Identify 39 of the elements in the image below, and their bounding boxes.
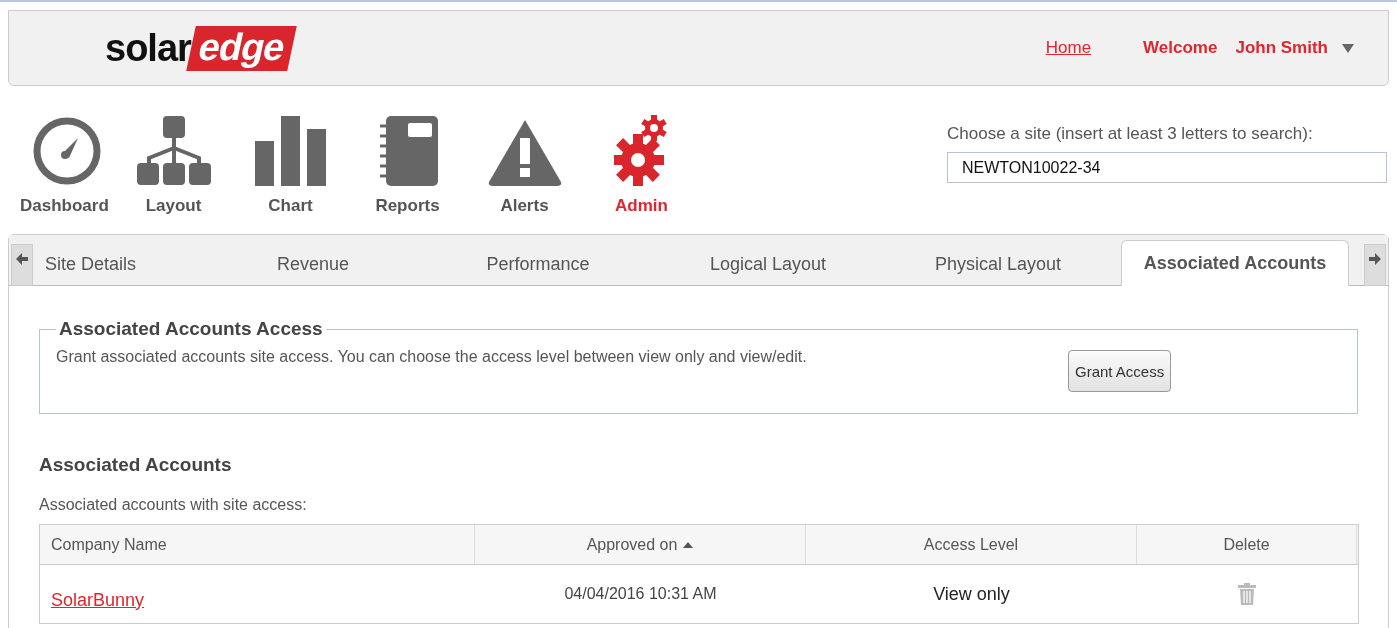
tab[interactable]: Physical Layout	[883, 254, 1113, 285]
right-arrow-icon	[1369, 253, 1381, 265]
left-arrow-icon	[16, 253, 28, 265]
column-header[interactable]: Delete	[1137, 525, 1357, 564]
nav-item[interactable]: Alerts	[466, 98, 583, 216]
gauge-icon	[32, 116, 102, 186]
scroll-left-button[interactable]	[11, 244, 33, 286]
tab[interactable]: Site Details	[33, 254, 203, 285]
tab[interactable]: Performance	[423, 254, 653, 285]
hierarchy-icon	[136, 116, 211, 186]
column-header[interactable]: Approved on	[475, 525, 806, 564]
site-search-field[interactable]: NEWTON10022-34	[947, 152, 1387, 183]
welcome-text: Welcome	[1143, 38, 1218, 58]
notebook-icon	[377, 116, 438, 186]
column-header[interactable]: Company Name	[40, 525, 475, 564]
nav-item[interactable]: Chart	[232, 98, 349, 216]
tab[interactable]: Associated Accounts	[1121, 240, 1349, 286]
caret-icon[interactable]	[1342, 43, 1354, 53]
company-link[interactable]: SolarBunny	[51, 589, 145, 611]
warning-icon	[486, 118, 563, 186]
nav-item[interactable]: Admin	[583, 98, 700, 216]
tab[interactable]: Logical Layout	[653, 254, 883, 285]
nav-item[interactable]: Layout	[115, 98, 232, 216]
nav-item[interactable]: Dashboard	[20, 98, 115, 216]
column-header[interactable]: Access Level	[806, 525, 1137, 564]
scroll-right-button[interactable]	[1364, 244, 1386, 286]
site-chooser-label: Choose a site (insert at least 3 letters to search):	[947, 124, 1314, 144]
section-title: Associated Accounts	[39, 454, 233, 476]
group-title: Associated Accounts Access	[58, 318, 324, 340]
grant-access-button[interactable]: Grant Access	[1068, 350, 1172, 392]
user-name[interactable]: John Smith	[1235, 38, 1328, 58]
bar-chart-icon	[254, 116, 327, 186]
table-cell: 04/04/2016 10:31 AM	[564, 585, 717, 603]
table-cell: View only	[933, 583, 1010, 605]
home-link[interactable]: Home	[1045, 38, 1092, 58]
section-subtitle: Associated accounts with site access:	[39, 496, 308, 514]
description-text: Grant associated accounts site access. You can choose the access level between view only and view/edit.	[56, 347, 808, 366]
tab[interactable]: Revenue	[203, 254, 423, 285]
nav-item[interactable]: Reports	[349, 98, 466, 216]
